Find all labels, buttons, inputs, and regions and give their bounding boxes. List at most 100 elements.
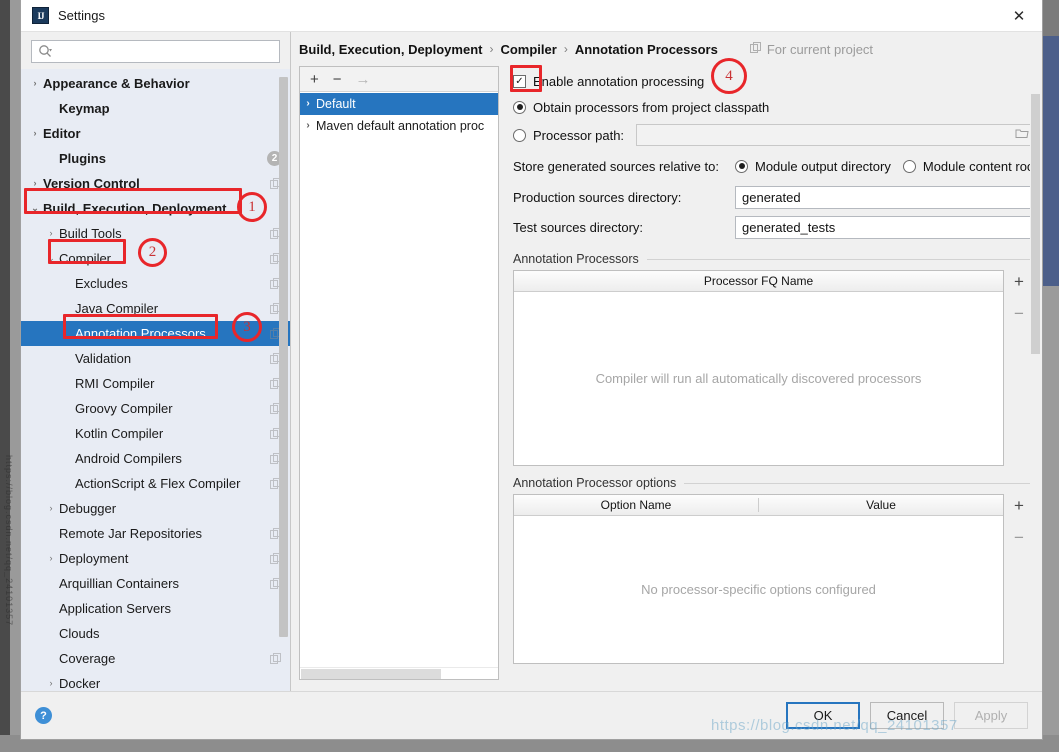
chevron-right-icon[interactable]: › [27,79,43,88]
add-processor-button[interactable]: + [1014,272,1024,292]
obtain-from-classpath-row[interactable]: Obtain processors from project classpath [513,94,1034,120]
enable-annotation-processing-checkbox[interactable]: ✓ [513,74,526,88]
production-sources-input[interactable]: generated [735,185,1034,209]
sidebar-item-application-servers[interactable]: Application Servers [21,596,290,621]
sidebar-item-groovy-compiler[interactable]: Groovy Compiler [21,396,290,421]
search-input[interactable] [53,43,279,60]
processor-path-radio[interactable] [513,128,526,142]
chevron-right-icon[interactable]: › [27,179,43,188]
sidebar-item-remote-jar-repositories[interactable]: Remote Jar Repositories [21,521,290,546]
options-table-block: Option Name Value No processor-specific … [513,494,1034,664]
profiles-scrollbar-thumb[interactable] [301,669,441,679]
processor-path-row[interactable]: Processor path: [513,120,1034,150]
checkmark-icon: ✓ [515,75,524,87]
section-divider [684,482,1034,484]
sidebar-item-rmi-compiler[interactable]: RMI Compiler [21,371,290,396]
test-sources-input[interactable]: generated_tests [735,215,1034,239]
sidebar-item-validation[interactable]: Validation [21,346,290,371]
processors-table-empty-message: Compiler will run all automatically disc… [514,292,1003,465]
sidebar-item-label: Plugins [59,151,106,166]
settings-vertical-scrollbar[interactable] [1030,94,1041,724]
options-column-value: Value [758,498,1003,512]
sidebar-item-label: Excludes [75,276,128,291]
close-icon[interactable]: ✕ [996,0,1042,32]
sidebar-item-kotlin-compiler[interactable]: Kotlin Compiler [21,421,290,446]
desktop-right-grey-strip [1043,286,1059,752]
chevron-right-icon[interactable]: › [300,121,316,131]
chevron-right-icon[interactable]: › [27,129,43,138]
profiles-list: › Default › Maven default annotation proc [300,92,498,667]
store-generated-sources-row: Store generated sources relative to: Mod… [513,150,1038,182]
processor-path-input[interactable] [636,124,1034,146]
settings-scrollbar-thumb[interactable] [1031,94,1040,354]
breadcrumb-item-annotation-processors[interactable]: Annotation Processors [575,42,718,57]
sidebar-item-build-tools[interactable]: › Build Tools [21,221,290,246]
sidebar-item-plugins[interactable]: Plugins 2 [21,146,290,171]
add-option-button[interactable]: + [1014,496,1024,516]
sidebar-item-debugger[interactable]: › Debugger [21,496,290,521]
apply-button[interactable]: Apply [954,702,1028,729]
remove-processor-button[interactable]: − [1014,304,1024,324]
sidebar-item-label: Debugger [59,501,117,516]
move-profile-button[interactable]: → [356,71,371,88]
test-sources-row: Test sources directory: generated_tests [513,212,1034,242]
sidebar-item-keymap[interactable]: Keymap [21,96,290,121]
processor-options-section-label: Annotation Processor options [513,476,677,490]
desktop-right-blue-strip [1043,36,1059,286]
settings-sidebar: › Appearance & Behavior Keymap › Editor Plugi… [21,32,291,691]
sidebar-item-java-compiler[interactable]: Java Compiler [21,296,290,321]
sidebar-item-editor[interactable]: › Editor [21,121,290,146]
sidebar-item-label: Keymap [59,101,110,116]
sidebar-item-label: Validation [75,351,132,366]
sidebar-item-compiler[interactable]: ⌄ Compiler [21,246,290,271]
copy-icon [270,652,282,665]
store-generated-sources-label: Store generated sources relative to: [513,158,719,174]
options-table: Option Name Value No processor-specific … [513,494,1004,664]
chevron-right-icon[interactable]: › [43,554,59,563]
sidebar-item-appearance-behavior[interactable]: › Appearance & Behavior [21,71,290,96]
chevron-right-icon[interactable]: › [43,229,59,238]
profile-list-item[interactable]: › Maven default annotation proc [300,115,498,137]
sidebar-item-label: Clouds [59,626,100,641]
sidebar-item-build-execution-deployment[interactable]: ⌄ Build, Execution, Deployment [21,196,290,221]
chevron-right-icon[interactable]: › [43,679,59,688]
enable-annotation-processing-label: Enable annotation processing [533,73,705,89]
chevron-right-icon[interactable]: › [43,504,59,513]
profiles-horizontal-scrollbar[interactable] [300,667,498,679]
title-bar: IJ Settings ✕ [21,0,1042,32]
sidebar-item-version-control[interactable]: › Version Control [21,171,290,196]
obtain-from-classpath-radio[interactable] [513,100,526,114]
enable-annotation-processing-row[interactable]: ✓ Enable annotation processing [513,68,1034,94]
sidebar-item-docker[interactable]: › Docker [21,671,290,691]
sidebar-vertical-scrollbar[interactable] [279,77,288,637]
remove-option-button[interactable]: − [1014,528,1024,548]
help-icon[interactable]: ? [35,707,52,724]
sidebar-item-arquillian-containers[interactable]: Arquillian Containers [21,571,290,596]
sidebar-item-deployment[interactable]: › Deployment [21,546,290,571]
breadcrumb-item-compiler[interactable]: Compiler [500,42,556,57]
module-output-directory-radio[interactable] [735,159,748,173]
processors-table-block: Processor FQ Name Compiler will run all … [513,270,1034,466]
sidebar-item-coverage[interactable]: Coverage [21,646,290,671]
add-profile-button[interactable]: + [310,71,319,88]
watermark: https://blog.csdn.net/qq_24101357 [711,717,958,734]
chevron-right-icon[interactable]: › [300,99,316,109]
window-title: Settings [58,8,105,23]
sidebar-item-annotation-processors[interactable]: Annotation Processors [21,321,290,346]
remove-profile-button[interactable]: − [333,71,342,88]
breadcrumb-item-build[interactable]: Build, Execution, Deployment [299,42,482,57]
sidebar-item-actionscript-flex-compiler[interactable]: ActionScript & Flex Compiler [21,471,290,496]
sidebar-item-excludes[interactable]: Excludes [21,271,290,296]
chevron-down-icon[interactable]: ⌄ [43,254,59,263]
module-output-directory-label: Module output directory [755,158,891,174]
search-box[interactable] [31,40,280,63]
folder-icon[interactable] [1015,126,1029,144]
profile-list-item[interactable]: › Default [300,93,498,115]
sidebar-item-label: Compiler [59,251,112,266]
module-content-root-radio[interactable] [902,159,916,173]
obtain-from-classpath-label: Obtain processors from project classpath [533,99,770,115]
production-sources-label: Production sources directory: [513,189,682,205]
sidebar-item-android-compilers[interactable]: Android Compilers [21,446,290,471]
sidebar-item-clouds[interactable]: Clouds [21,621,290,646]
chevron-down-icon[interactable]: ⌄ [27,204,43,213]
